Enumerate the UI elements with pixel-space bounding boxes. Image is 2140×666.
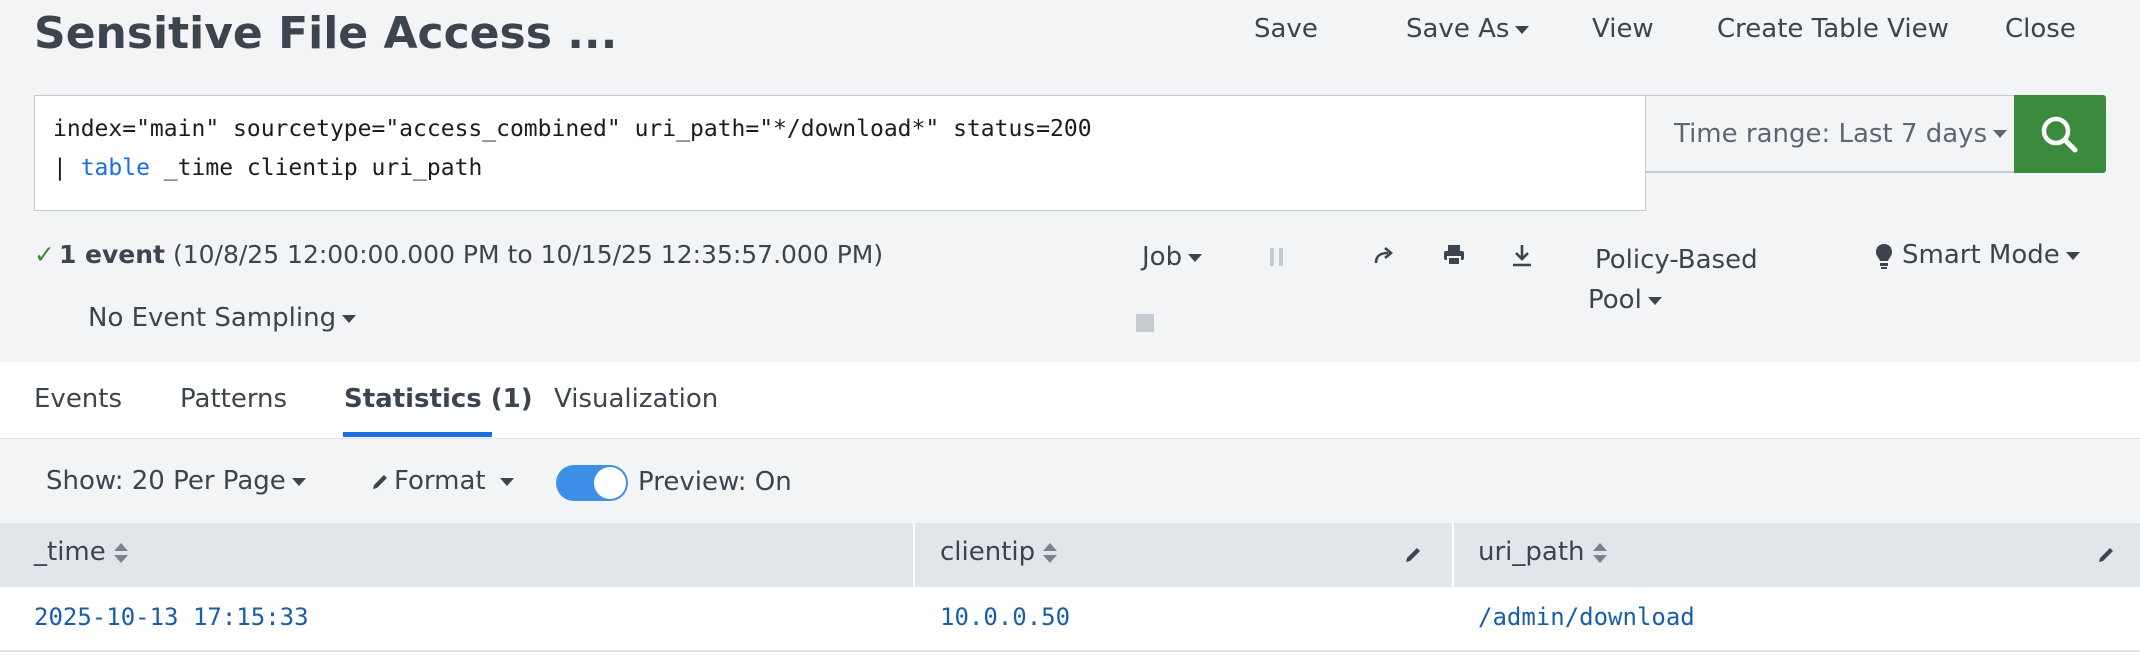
event-count: 1 event xyxy=(58,240,166,269)
pause-icon xyxy=(1270,248,1283,266)
time-range-summary: (10/8/25 12:00:00.000 PM to 10/15/25 12:… xyxy=(172,240,884,269)
sort-icon xyxy=(1592,542,1607,564)
page-title: Sensitive File Access ... xyxy=(34,8,618,59)
chevron-down-icon xyxy=(1647,296,1662,305)
view-button[interactable]: View xyxy=(1592,14,1654,44)
event-sampling-dropdown[interactable]: No Event Sampling xyxy=(88,303,357,333)
lightbulb-icon xyxy=(1876,243,1892,269)
chevron-down-icon xyxy=(1515,25,1530,34)
pencil-icon xyxy=(2099,548,2113,562)
search-button[interactable] xyxy=(2014,95,2106,173)
column-separator xyxy=(1452,523,1454,587)
column-separator xyxy=(913,523,915,587)
search-mode-dropdown[interactable]: Smart Mode xyxy=(1874,240,2080,270)
search-mode-label: Smart Mode xyxy=(1902,240,2060,270)
edit-column-clientip-button[interactable] xyxy=(1403,545,1423,569)
create-table-view-button[interactable]: Create Table View xyxy=(1717,14,1949,44)
format-label: Format xyxy=(394,466,486,496)
pencil-icon xyxy=(373,474,387,489)
download-icon xyxy=(1513,245,1531,267)
pencil-icon xyxy=(1406,548,1420,562)
active-tab-indicator xyxy=(343,432,492,437)
column-header-clientip[interactable]: clientip xyxy=(940,537,1058,567)
job-status: ✓ 1 event (10/8/25 12:00:00.000 PM to 10/… xyxy=(34,240,883,269)
check-icon: ✓ xyxy=(34,240,55,269)
close-button[interactable]: Close xyxy=(2005,14,2076,44)
column-header-time[interactable]: _time xyxy=(34,537,128,567)
format-dropdown[interactable]: Format xyxy=(370,466,514,496)
save-as-button[interactable]: Save As xyxy=(1406,14,1530,44)
sort-icon xyxy=(1043,542,1058,564)
table-row-divider xyxy=(0,650,2140,652)
time-range-label: Time range: Last 7 days xyxy=(1674,118,1988,149)
share-icon xyxy=(1374,247,1394,264)
job-label: Job xyxy=(1142,242,1183,272)
workload-pool-dropdown[interactable]: Policy-Based Pool xyxy=(1588,240,1758,320)
search-query-line-2: | table _time clientip uri_path xyxy=(53,155,482,181)
tab-patterns[interactable]: Patterns xyxy=(180,384,287,414)
save-button[interactable]: Save xyxy=(1254,14,1318,44)
sort-icon xyxy=(113,542,128,564)
preview-label: Preview: On xyxy=(638,467,792,497)
share-button[interactable] xyxy=(1372,244,1396,272)
cell-time[interactable]: 2025-10-13 17:15:33 xyxy=(34,603,309,631)
chevron-down-icon xyxy=(291,477,306,486)
search-query-line-1: index="main" sourcetype="access_combined… xyxy=(53,116,1092,142)
event-sampling-label: No Event Sampling xyxy=(88,303,337,333)
time-range-picker[interactable]: Time range: Last 7 days xyxy=(1646,95,2014,173)
pool-label-line-1: Policy-Based xyxy=(1595,245,1758,275)
toggle-knob xyxy=(594,467,626,499)
cell-clientip[interactable]: 10.0.0.50 xyxy=(940,603,1070,631)
pool-label-line-2: Pool xyxy=(1588,285,1642,315)
search-icon xyxy=(2041,116,2078,153)
page-size-dropdown[interactable]: Show: 20 Per Page xyxy=(46,466,306,496)
tab-statistics[interactable]: Statistics (1) xyxy=(344,384,533,414)
job-menu[interactable]: Job xyxy=(1142,242,1203,272)
chevron-down-icon xyxy=(342,314,357,323)
results-toolbar xyxy=(0,439,2140,523)
pipe-symbol: | xyxy=(53,155,81,181)
preview-toggle[interactable] xyxy=(556,465,628,501)
chevron-down-icon xyxy=(1993,129,2008,138)
chevron-down-icon xyxy=(1188,253,1203,262)
search-input[interactable]: index="main" sourcetype="access_combined… xyxy=(34,95,1646,211)
column-header-label: _time xyxy=(34,537,106,567)
edit-column-uri-path-button[interactable] xyxy=(2096,545,2116,569)
export-button[interactable] xyxy=(1510,243,1534,273)
column-header-label: uri_path xyxy=(1478,537,1585,567)
tab-events[interactable]: Events xyxy=(34,384,122,414)
table-header xyxy=(0,523,2140,587)
print-button[interactable] xyxy=(1442,243,1466,271)
search-command-args: _time clientip uri_path xyxy=(149,155,483,181)
pause-button[interactable] xyxy=(1268,246,1286,272)
stop-icon xyxy=(1136,314,1154,332)
search-command-keyword: table xyxy=(80,155,150,181)
tab-visualization[interactable]: Visualization xyxy=(554,384,718,414)
column-header-label: clientip xyxy=(940,537,1036,567)
chevron-down-icon xyxy=(499,477,514,486)
column-header-uri-path[interactable]: uri_path xyxy=(1478,537,1607,567)
print-icon xyxy=(1444,245,1464,266)
save-as-label: Save As xyxy=(1406,14,1510,44)
page-size-label: Show: 20 Per Page xyxy=(46,466,286,496)
chevron-down-icon xyxy=(2065,251,2080,260)
stop-button[interactable] xyxy=(1135,313,1155,337)
cell-uri-path[interactable]: /admin/download xyxy=(1478,603,1695,631)
